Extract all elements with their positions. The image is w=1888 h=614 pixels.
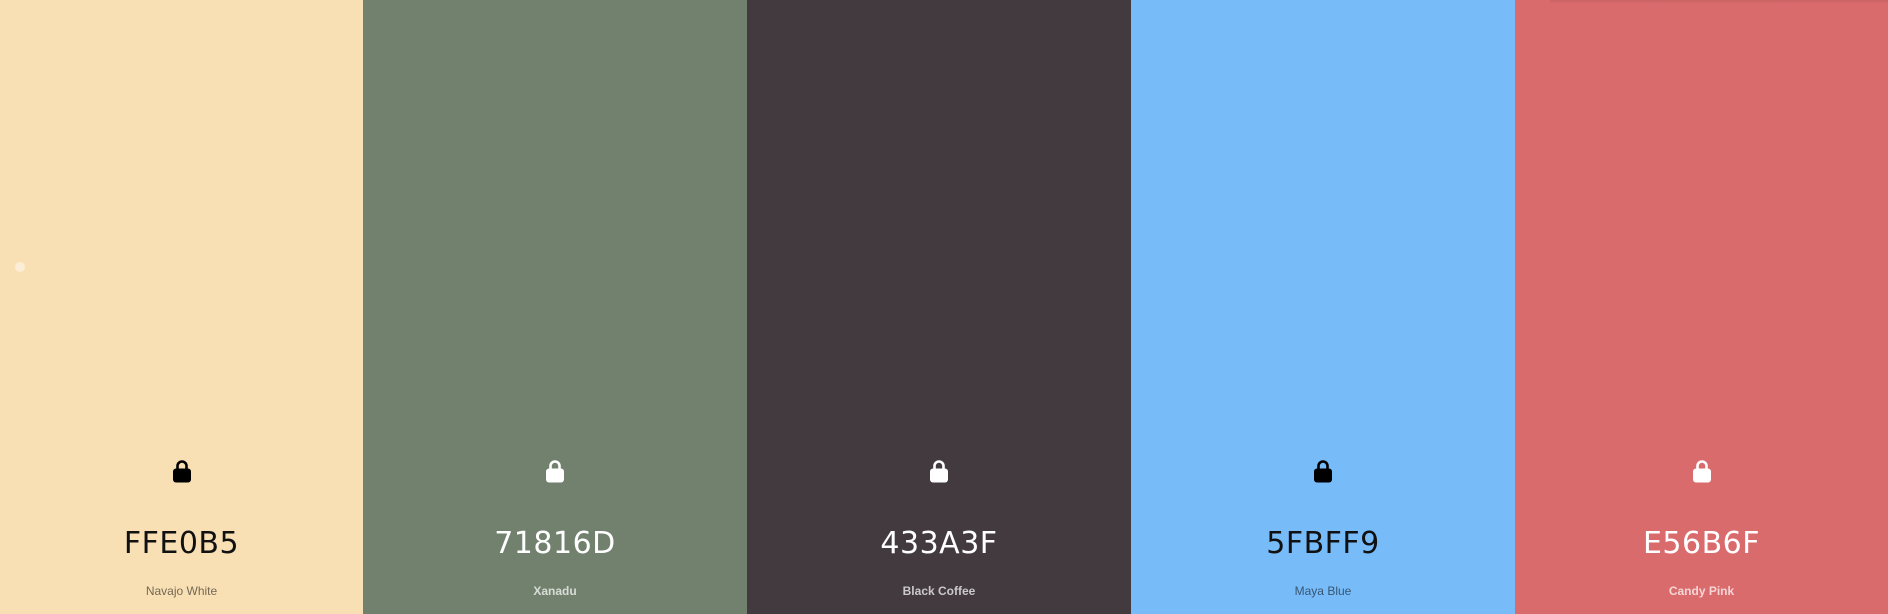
lock-icon (546, 460, 564, 483)
lock-button[interactable] (1687, 456, 1717, 486)
color-name[interactable]: Maya Blue (1131, 583, 1515, 599)
lock-icon (930, 460, 948, 483)
hex-code[interactable]: 433A3F (747, 524, 1131, 564)
lock-button[interactable] (540, 456, 570, 486)
color-name[interactable]: Navajo White (0, 583, 363, 599)
lock-button[interactable] (1308, 456, 1338, 486)
swatch-maya-blue[interactable]: 5FBFF9 Maya Blue (1131, 0, 1515, 614)
top-shadow (1550, 0, 1888, 4)
swatch-xanadu[interactable]: 71816D Xanadu (363, 0, 747, 614)
hex-code[interactable]: E56B6F (1515, 524, 1888, 564)
hex-code[interactable]: 5FBFF9 (1131, 524, 1515, 564)
color-name[interactable]: Black Coffee (747, 583, 1131, 599)
color-palette: FFE0B5 Navajo White 71816D Xanadu 433A3F… (0, 0, 1888, 614)
lock-icon (1314, 460, 1332, 483)
color-name[interactable]: Candy Pink (1515, 583, 1888, 599)
color-name[interactable]: Xanadu (363, 583, 747, 599)
hex-code[interactable]: 71816D (363, 524, 747, 564)
swatch-navajo-white[interactable]: FFE0B5 Navajo White (0, 0, 363, 614)
hex-code[interactable]: FFE0B5 (0, 524, 363, 564)
drag-handle-dot (15, 262, 25, 272)
lock-button[interactable] (167, 456, 197, 486)
lock-button[interactable] (924, 456, 954, 486)
swatch-candy-pink[interactable]: E56B6F Candy Pink (1515, 0, 1888, 614)
lock-icon (1692, 460, 1711, 483)
swatch-black-coffee[interactable]: 433A3F Black Coffee (747, 0, 1131, 614)
lock-icon (172, 460, 191, 483)
